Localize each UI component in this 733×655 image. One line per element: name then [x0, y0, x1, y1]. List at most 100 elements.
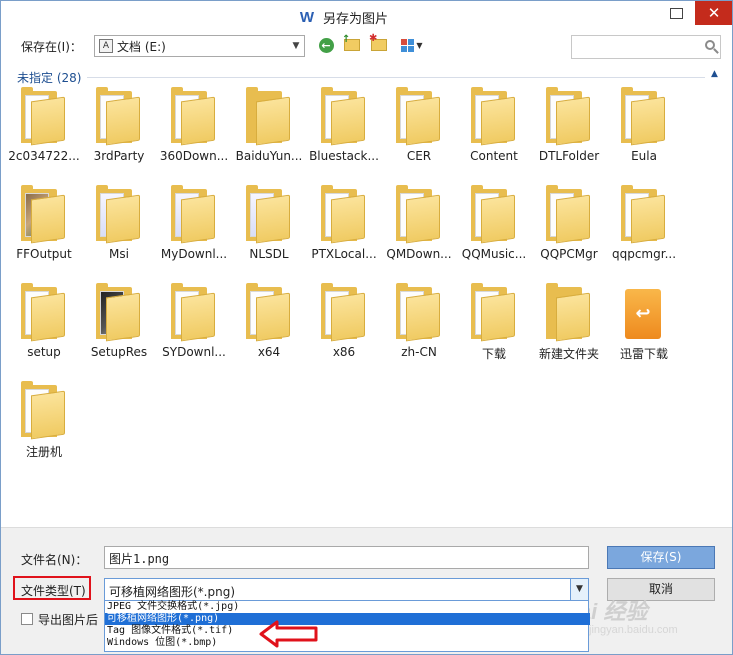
folder-item[interactable]: QQMusic...: [457, 185, 531, 267]
folder-item[interactable]: setup: [7, 283, 81, 365]
folder-name: Content: [470, 149, 518, 163]
close-icon: ✕: [707, 4, 721, 22]
filename-input[interactable]: 图片1.png: [104, 546, 589, 569]
maximize-icon: [669, 7, 683, 19]
folder-item[interactable]: QQPCMgr: [532, 185, 606, 267]
folder-item[interactable]: ↩ 迅雷下载: [607, 285, 681, 365]
folder-item[interactable]: 360Down...: [157, 87, 231, 169]
folder-icon: [621, 87, 667, 146]
folder-name: 下载: [481, 347, 506, 361]
folder-icon: [21, 283, 67, 342]
filetype-option[interactable]: JPEG 文件交换格式(*.jpg): [105, 601, 590, 613]
folder-icon: [396, 283, 442, 342]
save-button[interactable]: 保存(S): [607, 546, 715, 569]
window-title: 另存为图片: [323, 12, 389, 27]
folder-icon: [321, 185, 367, 244]
location-dropdown[interactable]: A 文档 (E:) ▼: [94, 35, 305, 57]
export-checkbox[interactable]: [21, 613, 33, 625]
folder-name: BaiduYun...: [235, 149, 303, 163]
red-arrow-annotation: [259, 620, 318, 648]
folder-name: Msi: [109, 247, 129, 261]
folder-item[interactable]: CER: [382, 87, 456, 169]
search-icon: [705, 40, 715, 50]
filetype-option[interactable]: Windows 位图(*.bmp): [105, 637, 590, 649]
folder-item[interactable]: NLSDL: [232, 185, 306, 267]
folder-icon: [546, 283, 592, 342]
filetype-select[interactable]: 可移植网络图形(*.png) ▼: [104, 578, 589, 601]
filetype-options-list: JPEG 文件交换格式(*.jpg) 可移植网络图形(*.png) Tag 图像文件…: [104, 600, 590, 652]
filetype-option[interactable]: Tag 图像文件格式(*.tif): [105, 625, 590, 637]
filetype-selected-value: 可移植网络图形(*.png): [109, 585, 236, 599]
folder-name: QMDown...: [386, 247, 452, 261]
back-arrow-icon: ←: [318, 37, 334, 53]
folder-item[interactable]: 注册机: [7, 381, 81, 463]
filename-label: 文件名(N)：: [21, 553, 88, 567]
folder-item[interactable]: 2c034722...: [7, 87, 81, 169]
folder-icon: [171, 283, 217, 342]
folder-icon: [21, 87, 67, 146]
folder-icon: [546, 87, 592, 146]
folder-item[interactable]: FFOutput: [7, 185, 81, 267]
collapse-group-button[interactable]: ▲: [711, 69, 718, 79]
folder-icon: [246, 283, 292, 342]
up-folder-icon: ↑: [342, 34, 360, 51]
folder-icon: [246, 87, 292, 146]
folder-item[interactable]: 3rdParty: [82, 87, 156, 169]
folder-item[interactable]: SetupRes: [82, 283, 156, 365]
save-form: 文件名(N)： 图片1.png 文件类型(T) 可移植网络图形(*.png) ▼…: [1, 527, 732, 654]
folder-icon: [21, 185, 67, 244]
view-menu-button[interactable]: ▼: [397, 35, 427, 55]
folder-item[interactable]: Content: [457, 87, 531, 169]
folder-item[interactable]: QMDown...: [382, 185, 456, 267]
close-button[interactable]: ✕: [695, 1, 732, 25]
up-folder-button[interactable]: ↑: [342, 34, 362, 55]
folder-icon: [471, 283, 517, 342]
folder-item[interactable]: Msi: [82, 185, 156, 267]
maximize-button[interactable]: [657, 1, 695, 25]
filetype-label-highlight: 文件类型(T): [13, 576, 91, 600]
folder-icon: [471, 185, 517, 244]
folder-icon: [21, 381, 67, 440]
folder-name: PTXLocal...: [311, 247, 377, 261]
folder-name: DTLFolder: [538, 149, 600, 163]
folder-name: x86: [332, 345, 356, 359]
search-input[interactable]: [571, 35, 721, 59]
back-button[interactable]: ←: [316, 35, 336, 55]
folder-name: MyDownl...: [160, 247, 228, 261]
folder-item[interactable]: DTLFolder: [532, 87, 606, 169]
folder-item[interactable]: 新建文件夹: [532, 283, 606, 365]
chevron-down-icon: ▼: [416, 40, 423, 50]
folder-icon: [96, 185, 142, 244]
folder-item[interactable]: x86: [307, 283, 381, 365]
folder-name: SYDownl...: [162, 345, 226, 359]
group-divider: [87, 77, 705, 78]
folder-item[interactable]: 下载: [457, 283, 531, 365]
folder-icon: [96, 87, 142, 146]
folder-name: FFOutput: [16, 247, 72, 261]
folder-icon: [171, 87, 217, 146]
folder-name: 迅雷下载: [619, 347, 668, 361]
folder-name: 2c034722...: [8, 149, 80, 163]
new-folder-icon: ✱: [369, 33, 387, 51]
folder-name: 3rdParty: [93, 149, 145, 163]
group-header[interactable]: 未指定 (28): [17, 69, 81, 86]
folder-name: zh-CN: [401, 345, 437, 359]
folder-icon: [396, 185, 442, 244]
folder-name: qqpcmgr...: [611, 247, 677, 261]
folder-name: NLSDL: [249, 247, 289, 261]
drive-icon: A: [99, 39, 113, 53]
folder-item[interactable]: qqpcmgr...: [607, 185, 681, 267]
filetype-option[interactable]: 可移植网络图形(*.png): [105, 613, 590, 625]
folder-item[interactable]: x64: [232, 283, 306, 365]
folder-item[interactable]: Eula: [607, 87, 681, 169]
folder-item[interactable]: zh-CN: [382, 283, 456, 365]
new-folder-button[interactable]: ✱: [369, 33, 389, 55]
folder-item[interactable]: BaiduYun...: [232, 87, 306, 169]
folder-item[interactable]: SYDownl...: [157, 283, 231, 365]
folder-icon: [246, 185, 292, 244]
folder-item[interactable]: PTXLocal...: [307, 185, 381, 267]
folder-name: CER: [406, 149, 432, 163]
folder-item[interactable]: MyDownl...: [157, 185, 231, 267]
folder-icon: [396, 87, 442, 146]
folder-item[interactable]: Bluestack...: [307, 87, 381, 169]
